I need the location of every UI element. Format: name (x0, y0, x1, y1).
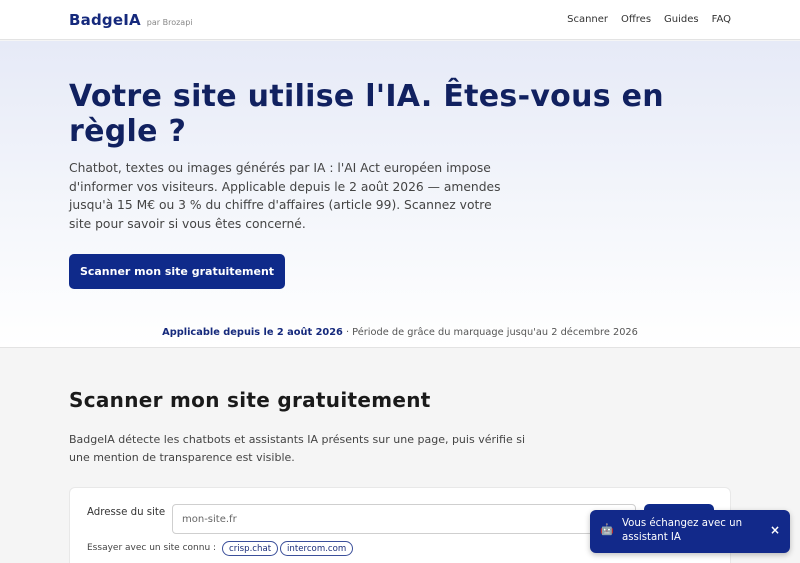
site-header: BadgeIA par Brozapi Scanner Offres Guide… (0, 0, 800, 40)
try-known-site-label: Essayer avec un site connu : (87, 543, 217, 553)
example-site-chip-intercom[interactable]: intercom.com (280, 541, 354, 556)
brand-logo[interactable]: BadgeIA par Brozapi (69, 11, 193, 29)
nav-link-faq[interactable]: FAQ (712, 14, 731, 25)
scanner-section-title: Scanner mon site gratuitement (69, 388, 431, 412)
hero-section: Votre site utilise l'IA. Êtes-vous en rè… (0, 41, 800, 348)
notice-date: Applicable depuis le 2 août 2026 (162, 327, 343, 338)
main-nav: Scanner Offres Guides FAQ (554, 14, 731, 25)
scanner-section-description: BadgeIA détecte les chatbots et assistan… (69, 433, 526, 465)
nav-link-offres[interactable]: Offres (621, 14, 651, 25)
ai-assistant-toast[interactable]: 🤖 Vous échangez avec un assistant IA × (590, 510, 790, 553)
toast-message: Vous échangez avec un assistant IA (622, 518, 743, 543)
notice-grace-period: · Période de grâce du marquage jusqu'au … (342, 327, 638, 338)
scan-cta-button[interactable]: Scanner mon site gratuitement (69, 254, 285, 289)
site-address-label: Adresse du site (87, 507, 166, 518)
hero-title: Votre site utilise l'IA. Êtes-vous en rè… (69, 79, 664, 149)
brand-name[interactable]: BadgeIA (69, 11, 141, 29)
brand-subtitle: par Brozapi (146, 18, 193, 27)
hero-description: Chatbot, textes ou images générés par IA… (69, 161, 501, 231)
robot-icon: 🤖 (600, 523, 614, 536)
close-icon[interactable]: × (770, 523, 780, 537)
nav-link-guides[interactable]: Guides (664, 14, 699, 25)
applicability-notice: Applicable depuis le 2 août 2026 · Pério… (0, 327, 800, 338)
example-site-chip-crisp[interactable]: crisp.chat (222, 541, 279, 556)
nav-link-scanner[interactable]: Scanner (567, 14, 608, 25)
site-address-input[interactable] (172, 504, 636, 534)
